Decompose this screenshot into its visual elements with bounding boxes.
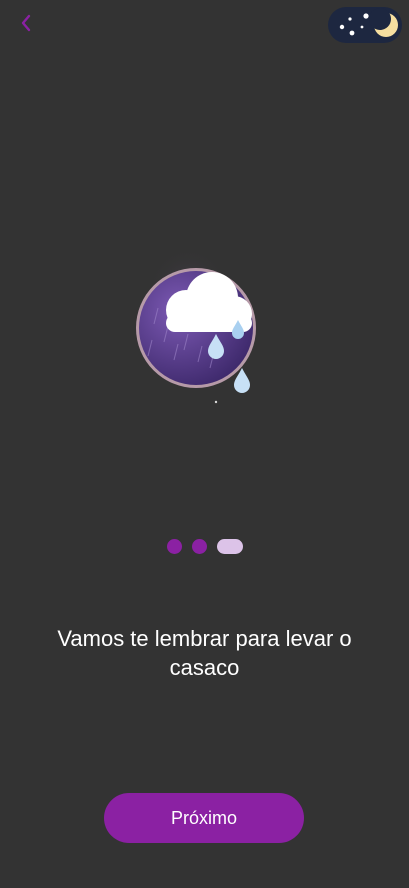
pagination-dot-active xyxy=(216,538,243,554)
pagination-dot xyxy=(166,538,182,554)
dark-mode-toggle[interactable] xyxy=(328,7,402,43)
chevron-left-icon xyxy=(20,14,32,37)
pagination-dot xyxy=(191,538,207,554)
back-button[interactable] xyxy=(14,12,38,38)
rain-cloud-icon xyxy=(128,248,268,412)
pagination-dots xyxy=(0,538,409,554)
next-button[interactable]: Próximo xyxy=(104,793,304,843)
rain-cloud-illustration xyxy=(128,248,268,408)
moon-stars-icon xyxy=(328,8,402,47)
onboarding-message: Vamos te lembrar para levar o casaco xyxy=(57,626,352,680)
